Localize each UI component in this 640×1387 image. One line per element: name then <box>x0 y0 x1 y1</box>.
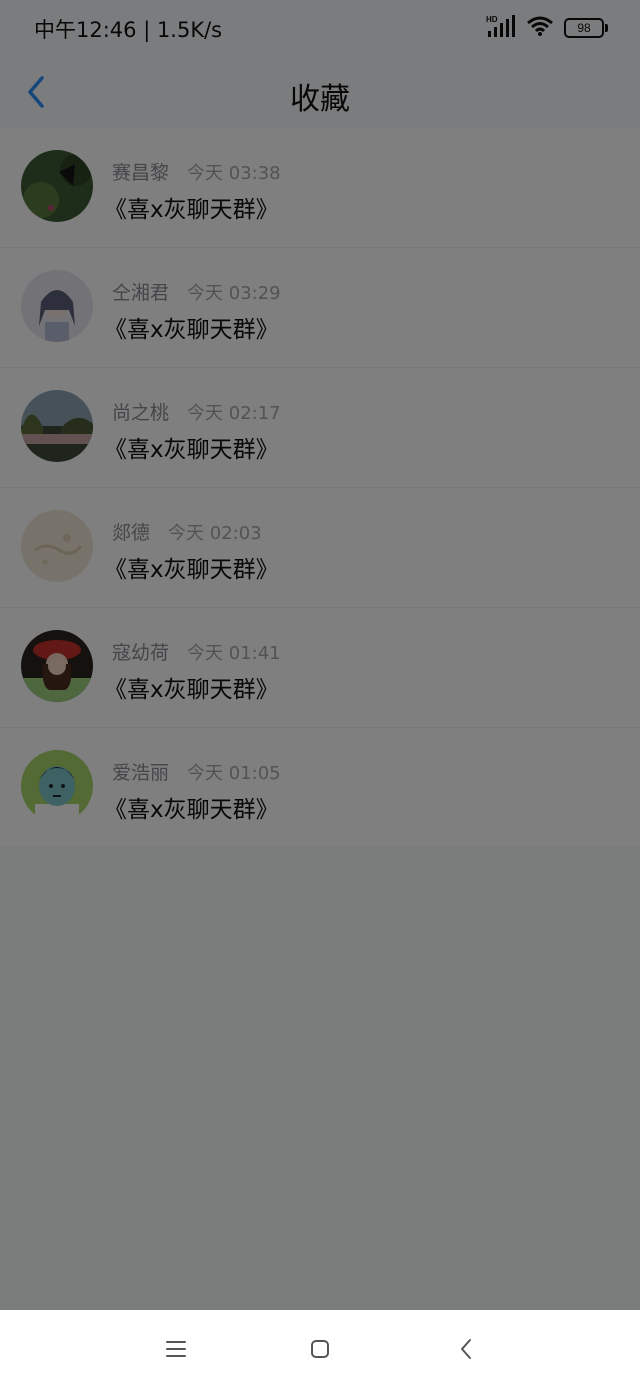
screen: 中午12:46 | 1.5K/s HD <box>0 0 640 1387</box>
menu-icon <box>166 1341 186 1357</box>
dim-overlay[interactable] <box>0 0 640 1310</box>
recent-apps-button[interactable] <box>159 1332 193 1366</box>
back-icon <box>461 1339 471 1359</box>
home-button[interactable] <box>303 1332 337 1366</box>
home-icon <box>311 1340 329 1358</box>
system-nav-bar <box>0 1310 640 1387</box>
system-back-button[interactable] <box>449 1332 483 1366</box>
